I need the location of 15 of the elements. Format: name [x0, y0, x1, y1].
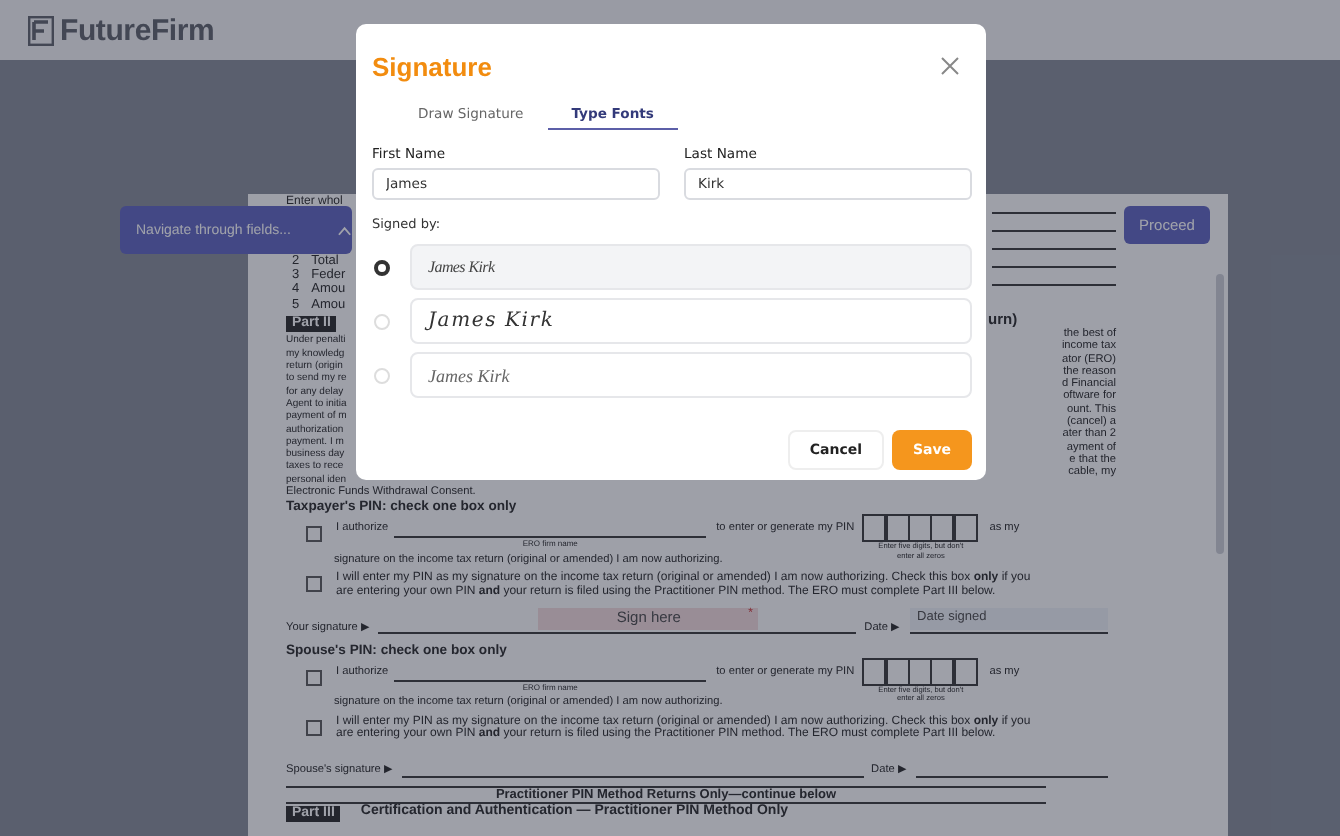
- dialog-title: Signature: [372, 51, 492, 81]
- close-icon[interactable]: [940, 56, 960, 76]
- signature-option[interactable]: James Kirk: [410, 352, 972, 398]
- checkbox[interactable]: [306, 670, 322, 686]
- radio-button[interactable]: [374, 259, 390, 275]
- signature-option[interactable]: James Kirk: [410, 298, 972, 344]
- logo-icon: [28, 15, 54, 45]
- pin-field[interactable]: [864, 658, 978, 686]
- checkbox[interactable]: [306, 526, 322, 543]
- signature-option[interactable]: James Kirk: [410, 244, 972, 290]
- checkbox[interactable]: [306, 719, 322, 736]
- pin-field[interactable]: [864, 514, 978, 543]
- checkbox[interactable]: [306, 576, 322, 592]
- logo-text: FutureFirm: [60, 13, 215, 47]
- caret-up-icon[interactable]: [338, 225, 352, 235]
